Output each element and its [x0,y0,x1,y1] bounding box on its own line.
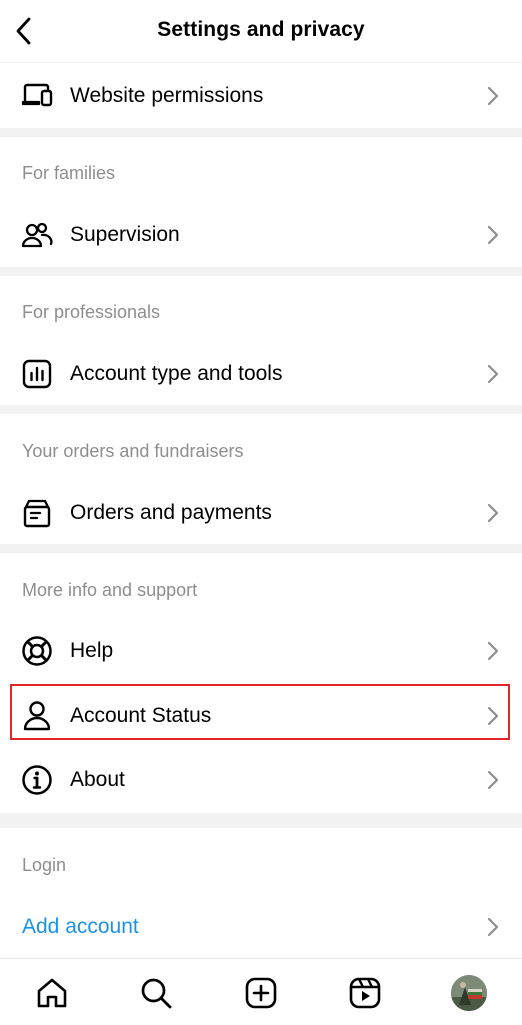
row-label: About [70,768,125,791]
chevron-right-icon [486,502,500,524]
chevron-right-icon [486,769,500,791]
row-label: Orders and payments [70,501,272,524]
home-tab[interactable] [34,975,70,1011]
avatar-image [451,975,487,1011]
orders-icon [20,496,54,530]
row-help[interactable]: Help [0,620,522,682]
chevron-right-icon [486,224,500,246]
section-heading-professionals: For professionals [22,302,161,322]
row-label: Supervision [70,223,180,246]
create-icon [245,977,277,1009]
add-account-link[interactable]: Add account [22,915,139,939]
row-label: Account Status [70,704,212,727]
chevron-right-icon [486,705,500,727]
chevron-right-icon [486,85,500,107]
row-supervision[interactable]: Supervision [0,204,522,266]
section-divider [0,267,522,276]
section-heading-support: More info and support [22,580,198,600]
profile-avatar[interactable] [451,975,487,1011]
header-bar: Settings and privacy [0,0,522,63]
row-label: Account type and tools [70,362,283,385]
section-heading-families: For families [22,163,116,183]
row-label: Website permissions [70,84,264,107]
reels-tab[interactable] [347,975,383,1011]
section-divider [0,128,522,137]
row-account-type-tools[interactable]: Account type and tools [0,343,522,405]
people-icon [20,218,54,252]
row-orders-payments[interactable]: Orders and payments [0,482,522,544]
person-icon [20,699,54,733]
create-tab[interactable] [243,975,279,1011]
chart-icon [20,357,54,391]
info-icon [20,763,54,797]
home-icon [37,978,67,1008]
section-divider [0,544,522,553]
chevron-right-icon [486,363,500,385]
page-title: Settings and privacy [157,18,365,41]
bottom-tab-bar [0,958,522,1025]
lifebuoy-icon [20,634,54,668]
search-tab[interactable] [138,975,174,1011]
row-website-permissions[interactable]: Website permissions [0,65,522,127]
section-divider [0,405,522,414]
chevron-right-icon [486,916,500,938]
reels-icon [349,977,381,1009]
row-add-account[interactable]: Add account [0,896,522,958]
section-divider [0,813,522,828]
section-heading-login: Login [22,855,67,875]
row-account-status[interactable]: Account Status [0,685,522,747]
row-label: Help [70,639,114,662]
row-about[interactable]: About [0,749,522,811]
chevron-right-icon [486,640,500,662]
section-heading-orders: Your orders and fundraisers [22,441,244,461]
devices-icon [20,79,54,113]
search-icon [141,978,172,1009]
